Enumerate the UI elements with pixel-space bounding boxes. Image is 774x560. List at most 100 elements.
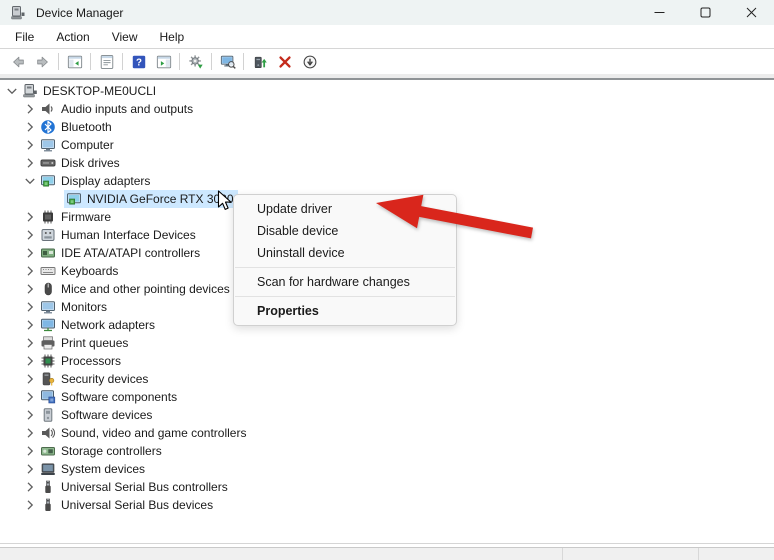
help-icon: ? <box>131 54 147 70</box>
tree-item-label: NVIDIA GeForce RTX 3080 <box>87 192 234 206</box>
disable-device-button[interactable] <box>297 51 322 73</box>
selected-tree-item-highlight: NVIDIA GeForce RTX 3080 <box>64 190 238 208</box>
maximize-icon <box>700 7 711 18</box>
chevron-right-icon[interactable] <box>22 389 38 405</box>
chevron-right-icon[interactable] <box>22 137 38 153</box>
tree-item-label: Computer <box>61 138 114 152</box>
toolbar-separator <box>90 53 91 70</box>
back-button[interactable] <box>5 51 30 73</box>
tree-item-label: Universal Serial Bus controllers <box>61 480 228 494</box>
tree-item-label: Universal Serial Bus devices <box>61 498 213 512</box>
menu-help[interactable]: Help <box>152 28 193 46</box>
firmware-icon <box>40 209 56 225</box>
update-driver-button[interactable] <box>183 51 208 73</box>
chevron-right-icon[interactable] <box>22 317 38 333</box>
background-status-strip <box>0 547 774 560</box>
tree-item-print-queues[interactable]: Print queues <box>0 334 774 352</box>
show-hide-action-pane-button[interactable] <box>151 51 176 73</box>
tree-item-audio-inputs-and-outputs[interactable]: Audio inputs and outputs <box>0 100 774 118</box>
tree-item-display-adapters[interactable]: Display adapters <box>0 172 774 190</box>
tree-item-processors[interactable]: Processors <box>0 352 774 370</box>
toolbar-separator <box>211 53 212 70</box>
device-manager-app-icon <box>10 5 26 21</box>
chevron-right-icon[interactable] <box>22 245 38 261</box>
tree-item-label: Human Interface Devices <box>61 228 196 242</box>
tree-item-software-devices[interactable]: Software devices <box>0 406 774 424</box>
tree-item-sound-video-and-game-controllers[interactable]: Sound, video and game controllers <box>0 424 774 442</box>
audio-device-icon <box>40 101 56 117</box>
context-menu: Update driverDisable deviceUninstall dev… <box>233 194 457 326</box>
ide-controller-icon <box>40 245 56 261</box>
window-controls <box>636 0 774 25</box>
add-drivers-button[interactable] <box>247 51 272 73</box>
svg-text:?: ? <box>136 57 142 68</box>
context-menu-item-scan-for-hardware-changes[interactable]: Scan for hardware changes <box>234 271 456 293</box>
tree-item-label: Monitors <box>61 300 107 314</box>
tree-item-label: System devices <box>61 462 145 476</box>
close-icon <box>746 7 757 18</box>
tree-item-computer[interactable]: Computer <box>0 136 774 154</box>
monitor-icon <box>40 299 56 315</box>
tree-item-storage-controllers[interactable]: Storage controllers <box>0 442 774 460</box>
show-hide-console-tree-button[interactable] <box>62 51 87 73</box>
chevron-right-icon[interactable] <box>22 497 38 513</box>
chevron-right-icon[interactable] <box>22 281 38 297</box>
forward-icon <box>35 54 51 70</box>
chevron-right-icon[interactable] <box>22 443 38 459</box>
tree-item-bluetooth[interactable]: Bluetooth <box>0 118 774 136</box>
tree-item-desktop-me0ucli[interactable]: DESKTOP-ME0UCLI <box>0 82 774 100</box>
toolbar-separator <box>179 53 180 70</box>
window-title: Device Manager <box>36 6 123 20</box>
chevron-right-icon[interactable] <box>22 407 38 423</box>
computer-icon <box>40 137 56 153</box>
properties-button[interactable] <box>94 51 119 73</box>
tree-item-system-devices[interactable]: System devices <box>0 460 774 478</box>
chevron-right-icon[interactable] <box>22 155 38 171</box>
chevron-right-icon[interactable] <box>22 425 38 441</box>
tree-item-security-devices[interactable]: Security devices <box>0 370 774 388</box>
context-menu-item-disable-device[interactable]: Disable device <box>234 220 456 242</box>
maximize-button[interactable] <box>682 0 728 25</box>
mouse-icon <box>40 281 56 297</box>
forward-button[interactable] <box>30 51 55 73</box>
chevron-right-icon[interactable] <box>22 101 38 117</box>
titlebar[interactable]: Device Manager <box>0 0 774 25</box>
display-adapter-icon <box>40 173 56 189</box>
device-manager-window: Device Manager File Action View Help ? DESK… <box>0 0 774 560</box>
scan-hardware-changes-button[interactable] <box>215 51 240 73</box>
back-icon <box>10 54 26 70</box>
chevron-right-icon[interactable] <box>22 227 38 243</box>
keyboard-icon <box>40 263 56 279</box>
context-menu-item-properties[interactable]: Properties <box>234 300 456 322</box>
menu-action[interactable]: Action <box>48 28 97 46</box>
menu-view[interactable]: View <box>104 28 146 46</box>
status-strip-divider <box>698 548 699 560</box>
uninstall-device-button[interactable] <box>272 51 297 73</box>
chevron-right-icon[interactable] <box>22 299 38 315</box>
tree-item-label: Security devices <box>61 372 148 386</box>
tree-item-universal-serial-bus-controllers[interactable]: Universal Serial Bus controllers <box>0 478 774 496</box>
help-button[interactable]: ? <box>126 51 151 73</box>
tree-item-disk-drives[interactable]: Disk drives <box>0 154 774 172</box>
tree-item-universal-serial-bus-devices[interactable]: Universal Serial Bus devices <box>0 496 774 514</box>
context-menu-item-update-driver[interactable]: Update driver <box>234 198 456 220</box>
tree-item-label: Display adapters <box>61 174 150 188</box>
storage-controller-icon <box>40 443 56 459</box>
disk-drive-icon <box>40 155 56 171</box>
chevron-down-icon[interactable] <box>22 173 38 189</box>
menu-file[interactable]: File <box>7 28 42 46</box>
chevron-right-icon[interactable] <box>22 335 38 351</box>
chevron-right-icon[interactable] <box>22 119 38 135</box>
chevron-right-icon[interactable] <box>22 209 38 225</box>
close-button[interactable] <box>728 0 774 25</box>
chevron-down-icon[interactable] <box>4 83 20 99</box>
properties-icon <box>99 54 115 70</box>
tree-item-software-components[interactable]: Software components <box>0 388 774 406</box>
chevron-right-icon[interactable] <box>22 461 38 477</box>
chevron-right-icon[interactable] <box>22 371 38 387</box>
chevron-right-icon[interactable] <box>22 263 38 279</box>
context-menu-item-uninstall-device[interactable]: Uninstall device <box>234 242 456 264</box>
chevron-right-icon[interactable] <box>22 353 38 369</box>
chevron-right-icon[interactable] <box>22 479 38 495</box>
minimize-button[interactable] <box>636 0 682 25</box>
